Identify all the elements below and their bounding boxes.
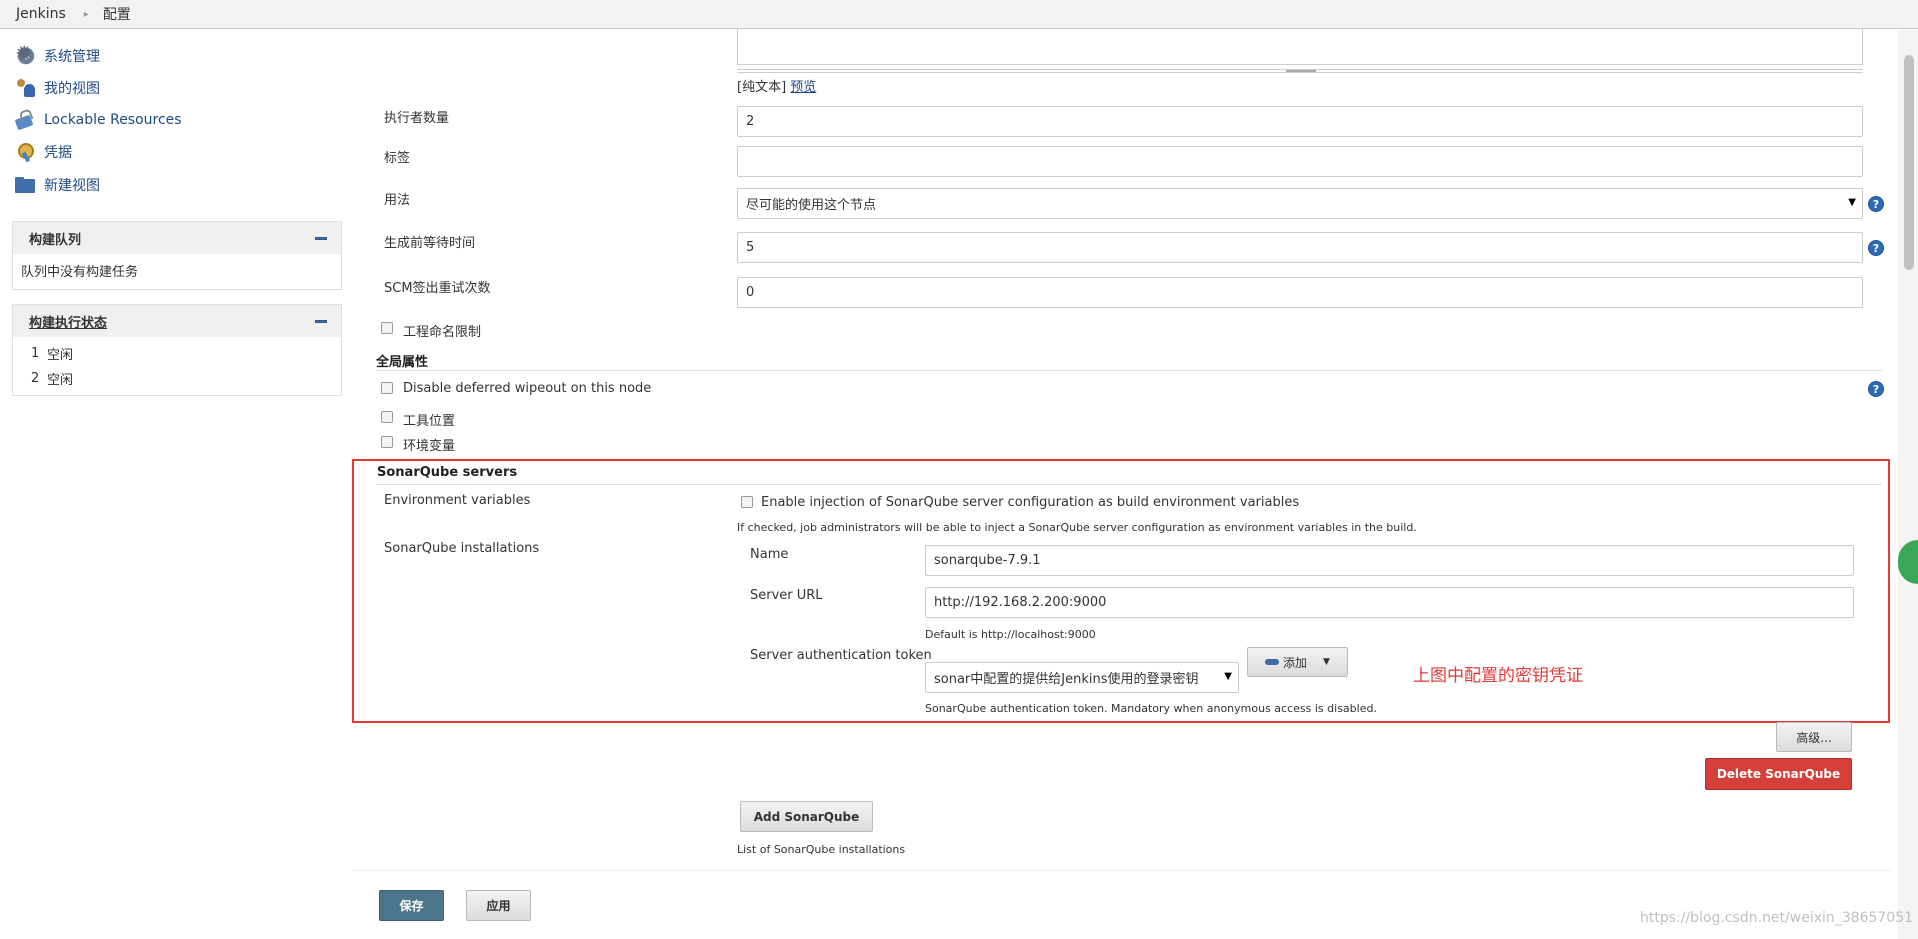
executor-status-panel: 构建执行状态 1 空闲 2 空闲 xyxy=(12,304,342,396)
delete-sonarqube-button[interactable]: Delete SonarQube xyxy=(1705,758,1852,790)
disable-wipeout-label: Disable deferred wipeout on this node xyxy=(403,381,652,396)
drag-handle-icon xyxy=(1286,70,1316,72)
labels-label: 标签 xyxy=(384,151,411,166)
sonar-name-label: Name xyxy=(750,547,789,562)
env-vars-label: 环境变量 xyxy=(403,439,456,454)
build-queue-header: 构建队列 xyxy=(13,222,341,254)
sidebar-item-my-views[interactable]: 我的视图 xyxy=(14,77,100,99)
executor-row: 1 空闲 xyxy=(31,346,74,363)
collapse-icon[interactable] xyxy=(315,236,327,240)
build-queue-empty: 队列中没有构建任务 xyxy=(21,265,139,280)
annotation-text: 上图中配置的密钥凭证 xyxy=(1413,666,1583,686)
sonar-env-vars-label: Environment variables xyxy=(384,493,531,508)
dropdown-arrow-icon: ▼ xyxy=(1848,197,1856,208)
executor-row: 2 空闲 xyxy=(31,371,74,388)
dropdown-arrow-icon: ▼ xyxy=(1323,657,1330,667)
sonar-installations-label: SonarQube installations xyxy=(384,541,540,556)
sonar-env-injection-help: If checked, job administrators will be a… xyxy=(737,521,1417,534)
sidebar-item-manage[interactable]: 系统管理 xyxy=(14,42,100,67)
sonarqube-servers-title: SonarQube servers xyxy=(377,465,518,480)
folder-icon xyxy=(14,174,38,196)
executors-label: 执行者数量 xyxy=(384,111,450,126)
sonar-token-select[interactable]: sonar中配置的提供给Jenkins使用的登录密钥 ▼ xyxy=(925,662,1239,693)
sidebar-item-lockable-resources[interactable]: Lockable Resources xyxy=(14,109,182,131)
dropdown-arrow-icon: ▼ xyxy=(1224,671,1232,682)
build-queue-panel: 构建队列 队列中没有构建任务 xyxy=(12,221,342,290)
help-icon[interactable]: ? xyxy=(1868,381,1884,397)
lock-icon xyxy=(14,109,38,131)
usage-select[interactable]: 尽可能的使用这个节点 ▼ xyxy=(737,188,1863,219)
plain-text-label: [纯文本] xyxy=(737,80,787,95)
sonar-token-select-value: sonar中配置的提供给Jenkins使用的登录密钥 xyxy=(934,672,1199,687)
sidebar-item-label: 系统管理 xyxy=(44,49,100,65)
scrollbar-thumb[interactable] xyxy=(1904,55,1914,270)
usage-label: 用法 xyxy=(384,193,411,208)
sidebar-item-label: Lockable Resources xyxy=(44,112,182,128)
description-textarea[interactable] xyxy=(737,29,1863,65)
sidebar-item-credentials[interactable]: 凭据 xyxy=(14,141,72,163)
key-icon xyxy=(1265,659,1280,665)
sidebar-item-label: 新建视图 xyxy=(44,178,100,194)
executor-status-title[interactable]: 构建执行状态 xyxy=(29,312,107,331)
executor-status-body: 1 空闲 2 空闲 xyxy=(13,337,341,395)
labels-input[interactable] xyxy=(737,146,1863,177)
save-button[interactable]: 保存 xyxy=(379,890,444,921)
add-credential-button[interactable]: 添加 ▼ xyxy=(1247,647,1348,677)
restrict-names-label: 工程命名限制 xyxy=(403,325,482,340)
key-icon xyxy=(14,141,38,163)
advanced-button[interactable]: 高级... xyxy=(1776,722,1852,752)
section-divider xyxy=(376,370,1882,371)
preview-link[interactable]: 预览 xyxy=(790,80,816,95)
collapse-icon[interactable] xyxy=(315,319,327,323)
tool-locations-label: 工具位置 xyxy=(403,414,456,429)
sonar-url-input[interactable]: http://192.168.2.200:9000 xyxy=(925,587,1854,618)
sonar-url-label: Server URL xyxy=(750,588,823,603)
sonar-list-help: List of SonarQube installations xyxy=(737,843,906,856)
breadcrumb-jenkins[interactable]: Jenkins xyxy=(16,6,66,22)
bottom-sticker xyxy=(352,870,1892,939)
disable-wipeout-checkbox[interactable] xyxy=(381,382,393,394)
scm-retry-label: SCM签出重试次数 xyxy=(384,281,491,296)
sidebar-item-label: 我的视图 xyxy=(44,81,100,97)
sidebar-item-label: 凭据 xyxy=(44,145,72,161)
sidebar-item-new-view[interactable]: 新建视图 xyxy=(14,174,100,196)
usage-select-value: 尽可能的使用这个节点 xyxy=(746,198,877,213)
build-queue-title: 构建队列 xyxy=(29,232,82,248)
sonar-env-injection-label: Enable injection of SonarQube server con… xyxy=(761,495,1300,510)
breadcrumb: Jenkins ▸ 配置 xyxy=(0,0,1918,29)
sonar-token-label: Server authentication token xyxy=(750,648,932,663)
sonar-token-help: SonarQube authentication token. Mandator… xyxy=(925,702,1377,715)
global-properties-title: 全局属性 xyxy=(376,355,429,370)
scm-retry-input[interactable]: 0 xyxy=(737,277,1863,308)
tool-locations-checkbox[interactable] xyxy=(381,411,393,423)
breadcrumb-current[interactable]: 配置 xyxy=(103,4,131,24)
restrict-names-checkbox[interactable] xyxy=(381,322,393,334)
build-queue-body: 队列中没有构建任务 xyxy=(13,254,341,289)
people-icon xyxy=(14,77,38,99)
sonar-env-injection-checkbox[interactable] xyxy=(741,496,753,508)
chevron-right-icon: ▸ xyxy=(83,8,89,20)
quiet-period-label: 生成前等待时间 xyxy=(384,236,476,251)
gear-icon xyxy=(14,42,38,67)
add-sonarqube-button[interactable]: Add SonarQube xyxy=(740,801,873,832)
sonar-name-input[interactable]: sonarqube-7.9.1 xyxy=(925,545,1854,576)
executor-status-header: 构建执行状态 xyxy=(13,305,341,337)
quiet-period-input[interactable]: 5 xyxy=(737,232,1863,263)
executors-input[interactable]: 2 xyxy=(737,106,1863,137)
apply-button[interactable]: 应用 xyxy=(466,890,531,921)
help-icon[interactable]: ? xyxy=(1868,196,1884,212)
watermark: https://blog.csdn.net/weixin_38657051 xyxy=(1640,910,1914,926)
sonar-url-default-help: Default is http://localhost:9000 xyxy=(925,628,1096,641)
text-format-links: [纯文本] 预览 xyxy=(737,76,816,95)
env-vars-checkbox[interactable] xyxy=(381,436,393,448)
help-icon[interactable]: ? xyxy=(1868,240,1884,256)
section-divider xyxy=(376,484,1882,485)
